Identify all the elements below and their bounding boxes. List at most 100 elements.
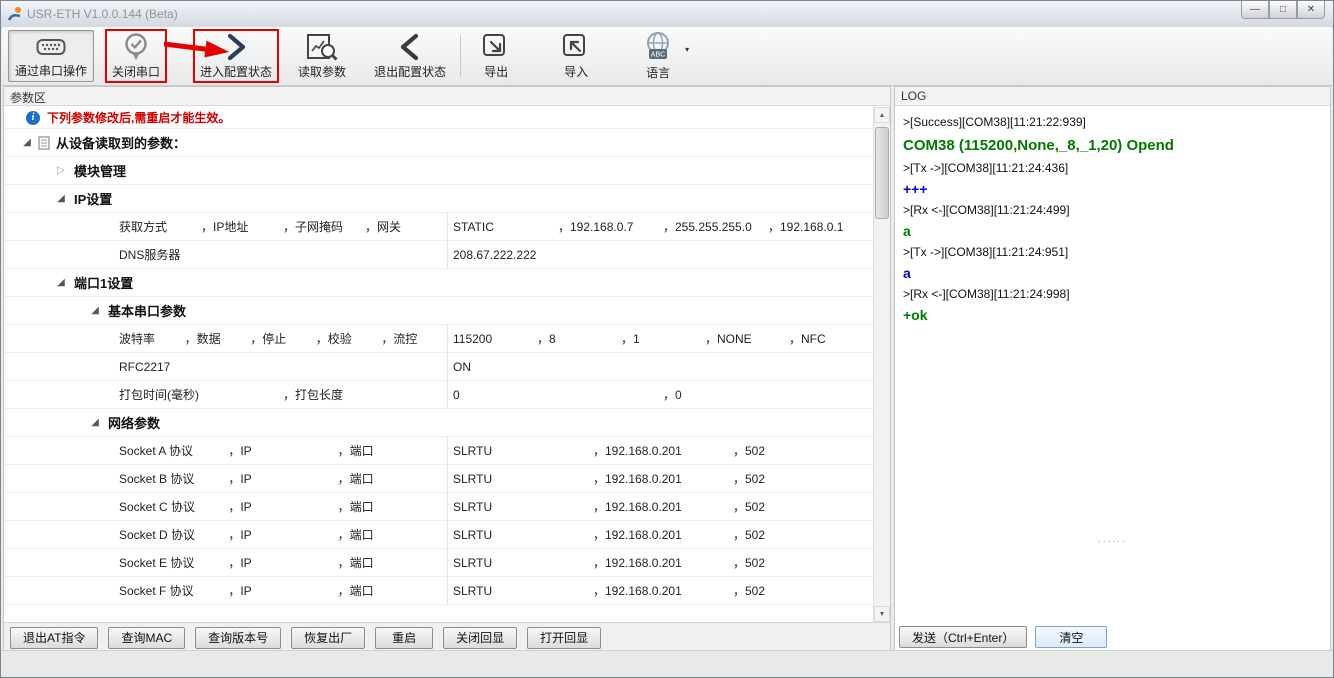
- param-label: ，IP: [228, 582, 337, 599]
- params-panel-header: 参数区: [4, 87, 890, 106]
- query-mac-button[interactable]: 查询MAC: [108, 627, 185, 649]
- param-label: ，端口: [338, 554, 447, 571]
- tree-expanded-icon[interactable]: ◢: [88, 306, 102, 316]
- param-row-labels: Socket A 协议，IP，端口: [104, 437, 447, 464]
- log-splitter-handle[interactable]: ......: [895, 535, 1330, 545]
- param-row-values: 115200，8，1，NONE，NFC: [447, 325, 873, 352]
- tree-collapsed-icon[interactable]: ▷: [54, 166, 68, 176]
- log-panel: LOG >[Success][COM38][11:21:22:939]COM38…: [894, 86, 1331, 653]
- param-data-row[interactable]: Socket D 协议，IP，端口SLRTU，192.168.0.201，502: [4, 521, 873, 549]
- title-bar: USR-ETH V1.0.0.144 (Beta) — □ ✕: [1, 1, 1333, 28]
- toolbar-language[interactable]: ABC 语言: [637, 30, 679, 82]
- param-value: ，8: [537, 330, 621, 347]
- log-line: a: [903, 221, 1322, 242]
- app-window: USR-ETH V1.0.0.144 (Beta) — □ ✕ 通过串口操作: [0, 0, 1334, 678]
- param-label: ，端口: [338, 470, 447, 487]
- language-dropdown-caret[interactable]: ▾: [685, 45, 689, 54]
- tree-node[interactable]: ◢网络参数: [4, 409, 873, 437]
- tree-node[interactable]: ▷模块管理: [4, 157, 873, 185]
- param-row-labels: Socket C 协议，IP，端口: [104, 493, 447, 520]
- minimize-button[interactable]: —: [1241, 1, 1269, 19]
- toolbar-label: 读取参数: [298, 63, 346, 80]
- param-label: Socket E 协议: [104, 554, 228, 571]
- tree-expanded-icon[interactable]: ◢: [54, 278, 68, 288]
- param-data-row[interactable]: 打包时间(毫秒)，打包长度0，0: [4, 381, 873, 409]
- toolbar-import[interactable]: 导入: [555, 30, 597, 82]
- log-line: >[Success][COM38][11:21:22:939]: [903, 112, 1322, 133]
- status-bar: [1, 650, 1333, 677]
- param-row-values: SLRTU，192.168.0.201，502: [447, 549, 873, 576]
- param-data-row[interactable]: DNS服务器208.67.222.222: [4, 241, 873, 269]
- param-value: ，192.168.0.201: [593, 442, 733, 459]
- toolbar-enter-config[interactable]: 进入配置状态: [194, 30, 278, 82]
- param-label: RFC2217: [104, 360, 447, 374]
- close-button[interactable]: ✕: [1297, 1, 1325, 19]
- toolbar-close-serial[interactable]: 关闭串口: [106, 30, 166, 82]
- param-data-row[interactable]: 波特率，数据，停止，校验，流控115200，8，1，NONE，NFC: [4, 325, 873, 353]
- restart-button[interactable]: 重启: [375, 627, 433, 649]
- toolbar-export[interactable]: 导出: [475, 30, 517, 82]
- log-panel-header: LOG: [895, 87, 1330, 106]
- toolbar-separator: [460, 35, 461, 77]
- open-echo-button[interactable]: 打开回显: [527, 627, 601, 649]
- log-line: a: [903, 263, 1322, 284]
- toolbar-label: 进入配置状态: [200, 63, 272, 80]
- log-line: >[Rx <-][COM38][11:21:24:499]: [903, 200, 1322, 221]
- param-value: SLRTU: [448, 444, 593, 458]
- param-value: ，502: [733, 498, 873, 515]
- param-value: ON: [448, 360, 873, 374]
- params-scrollbar[interactable]: ▲ ▼: [873, 107, 890, 622]
- log-buttons: 发送（Ctrl+Enter） 清空: [899, 626, 1107, 648]
- log-line: +ok: [903, 305, 1322, 326]
- scrollbar-thumb[interactable]: [875, 127, 889, 219]
- param-label: ，IP: [228, 526, 337, 543]
- tree-node[interactable]: ◢IP设置: [4, 185, 873, 213]
- param-value: ，192.168.0.1: [768, 218, 873, 235]
- tree-expanded-icon[interactable]: ◢: [20, 138, 34, 148]
- tree-node[interactable]: ◢ 基本串口参数: [4, 297, 873, 325]
- param-value: ，1: [621, 330, 705, 347]
- toolbar-operate-via-serial[interactable]: 通过串口操作: [8, 30, 94, 82]
- param-row-values: STATIC，192.168.0.7，255.255.255.0，192.168…: [447, 213, 873, 240]
- tree-node-label: 基本串口参数: [108, 301, 186, 320]
- param-data-row[interactable]: Socket E 协议，IP，端口SLRTU，192.168.0.201，502: [4, 549, 873, 577]
- param-value: ，192.168.0.201: [593, 498, 733, 515]
- app-icon: [7, 6, 23, 22]
- param-row-labels: Socket F 协议，IP，端口: [104, 577, 447, 604]
- factory-reset-button[interactable]: 恢复出厂: [291, 627, 365, 649]
- param-value: 0: [448, 388, 663, 402]
- param-data-row[interactable]: Socket B 协议，IP，端口SLRTU，192.168.0.201，502: [4, 465, 873, 493]
- param-label: ，端口: [338, 442, 447, 459]
- param-data-row[interactable]: 获取方式，IP地址，子网掩码，网关STATIC，192.168.0.7，255.…: [4, 213, 873, 241]
- exit-at-command-button[interactable]: 退出AT指令: [10, 627, 98, 649]
- param-label: ，IP地址: [201, 218, 283, 235]
- param-row-values: ON: [447, 353, 873, 380]
- param-rows: i 下列参数修改后,需重启才能生效。 ◢从设备读取到的参数：▷模块管理◢IP设置…: [4, 107, 873, 622]
- toolbar-read-params[interactable]: 读取参数: [292, 30, 352, 82]
- tree-node[interactable]: ◢从设备读取到的参数：: [4, 129, 873, 157]
- scrollbar-up-arrow-icon[interactable]: ▲: [874, 107, 890, 123]
- tree-expanded-icon[interactable]: ◢: [54, 194, 68, 204]
- language-globe-icon: ABC: [643, 31, 673, 63]
- param-value: ，502: [733, 470, 873, 487]
- log-line: >[Rx <-][COM38][11:21:24:998]: [903, 284, 1322, 305]
- log-lines: >[Success][COM38][11:21:22:939]COM38 (11…: [895, 106, 1330, 332]
- read-params-magnifier-icon: [306, 32, 338, 62]
- param-value: ，NONE: [705, 330, 789, 347]
- param-value: ，192.168.0.201: [593, 470, 733, 487]
- param-data-row[interactable]: RFC2217ON: [4, 353, 873, 381]
- toolbar-exit-config[interactable]: 退出配置状态: [368, 30, 452, 82]
- param-data-row[interactable]: Socket C 协议，IP，端口SLRTU，192.168.0.201，502: [4, 493, 873, 521]
- scrollbar-down-arrow-icon[interactable]: ▼: [874, 606, 890, 622]
- param-data-row[interactable]: Socket F 协议，IP，端口SLRTU，192.168.0.201，502: [4, 577, 873, 605]
- param-row-values: SLRTU，192.168.0.201，502: [447, 493, 873, 520]
- param-data-row[interactable]: Socket A 协议，IP，端口SLRTU，192.168.0.201，502: [4, 437, 873, 465]
- send-button[interactable]: 发送（Ctrl+Enter）: [899, 626, 1027, 648]
- close-echo-button[interactable]: 关闭回显: [443, 627, 517, 649]
- maximize-button[interactable]: □: [1269, 1, 1297, 19]
- clear-button[interactable]: 清空: [1035, 626, 1107, 648]
- tree-expanded-icon[interactable]: ◢: [88, 418, 102, 428]
- query-version-button[interactable]: 查询版本号: [195, 627, 281, 649]
- tree-node[interactable]: ◢端口1设置: [4, 269, 873, 297]
- restart-notice-text: 下列参数修改后,需重启才能生效。: [47, 109, 230, 126]
